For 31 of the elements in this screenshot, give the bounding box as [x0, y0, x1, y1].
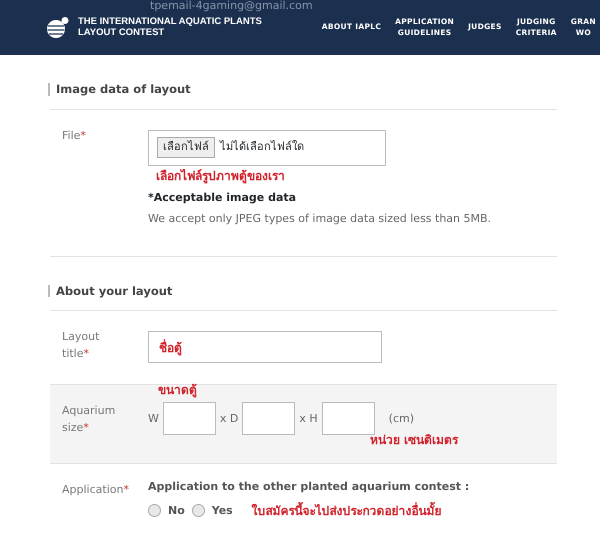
dimension-label: x H: [299, 410, 318, 427]
option-label: Yes: [212, 502, 233, 519]
size-field[interactable]: [242, 402, 296, 436]
title-field[interactable]: ชื่อตู้: [148, 331, 382, 364]
section-heading: About your layout: [48, 284, 600, 298]
choose-file-button[interactable]: เลือกไฟล์: [157, 137, 215, 158]
radio-button[interactable]: [192, 504, 205, 518]
annotation-text: เลือกไฟล์รูปภาพตู้ของเรา: [156, 168, 286, 185]
note-text: We accept only JPEG types of image data sized less than 5MB.: [148, 211, 492, 228]
annotation-text: หน่วย เซนติเมตร: [370, 432, 458, 450]
dimension-label: x D: [220, 410, 238, 427]
option-label: No: [168, 502, 185, 519]
note-heading: *Acceptable image data: [148, 190, 298, 206]
file-status: ไม่ได้เลือกไฟล์ใด: [220, 139, 304, 156]
logo-text: THE INTERNATIONAL AQUATIC PLANTS LAYOUT CONTEST: [78, 16, 262, 38]
field-label: File*: [61, 128, 87, 144]
annotation-text: ขนาดตู้: [158, 382, 198, 400]
section-heading: Image data of layout: [48, 83, 600, 96]
size-field[interactable]: [162, 402, 216, 436]
annotation-text: ใบสมัครนี้จะไปส่งประกวดอย่างอื่นมั้ย: [252, 502, 442, 520]
radio-button[interactable]: [148, 504, 161, 518]
question-text: Application to the other planted aquarium contest :: [148, 479, 470, 496]
logo-icon: [46, 16, 70, 40]
dimension-label: W: [148, 410, 159, 427]
overlay-text: tpemail-4gaming@gmail.com: [150, 0, 313, 12]
field-label: Application*: [61, 482, 130, 498]
unit-label: (cm): [388, 410, 414, 427]
field-label: Aquarium size*: [61, 403, 116, 436]
field-label: Layout title*: [61, 329, 100, 362]
file-field[interactable]: เลือกไฟล์ ไม่ได้เลือกไฟล์ใด: [148, 130, 386, 166]
size-field[interactable]: [322, 402, 375, 436]
